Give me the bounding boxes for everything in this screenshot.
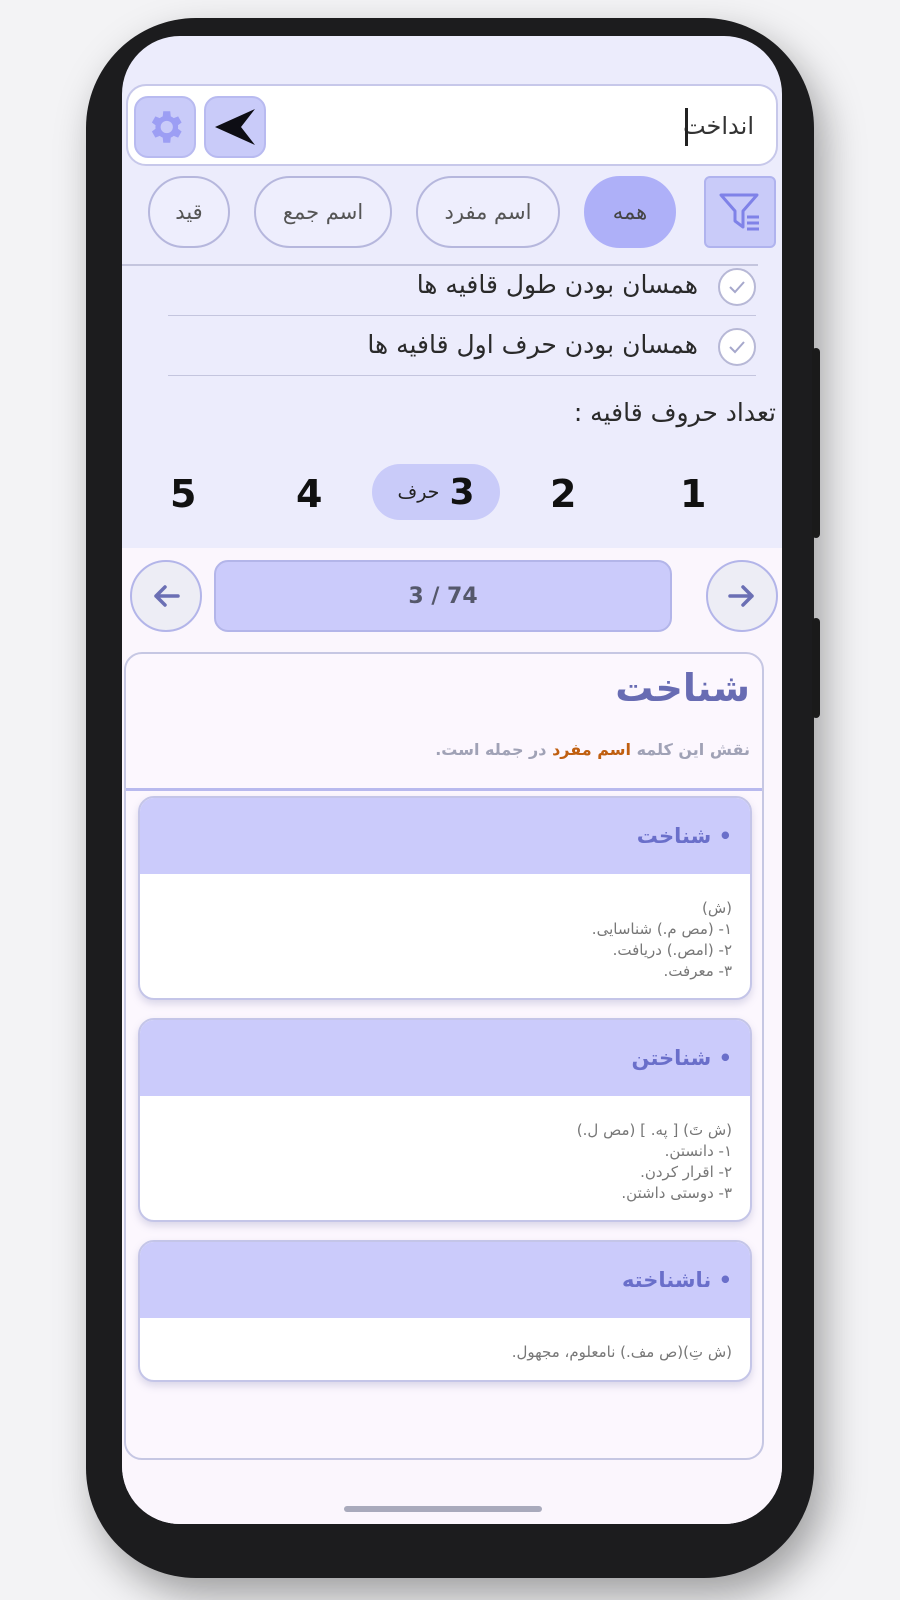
definition-line: (ش تِ)(ص مف.) نامعلوم، مجهول. [511,1343,732,1361]
chip-all[interactable]: همه [584,176,676,248]
role-highlight: اسم مفرد [552,740,631,759]
search-bar [126,84,778,166]
send-arrow-icon [215,109,255,145]
rhyme-count-unit: حرف [397,481,440,503]
settings-button[interactable] [134,96,196,158]
prev-button[interactable] [130,560,202,632]
text-caret [685,108,688,146]
checkbox-checked[interactable] [718,268,756,306]
definition-line: ۳- دوستی داشتن. [621,1184,732,1202]
definition-card[interactable]: • شناخت (ش) ۱- (مص م.) شناسایی. ۲- (امص.… [138,796,752,1000]
rhyme-count-title: تعداد حروف قافیه : [573,398,776,427]
card-body: (ش تِ)(ص مف.) نامعلوم، مجهول. [140,1318,750,1363]
option-label: همسان بودن حرف اول قافیه ها [367,330,698,359]
arrow-right-icon [728,585,754,607]
rhyme-count-5[interactable]: 5 [170,472,196,516]
definition-line: ۱- (مص م.) شناسایی. [591,920,732,938]
arrow-left-icon [154,585,180,607]
filter-bar: همه اسم مفرد اسم جمع قید [122,176,782,250]
definition-line: ۲- اقرار کردن. [640,1163,732,1181]
volume-button [812,348,820,538]
search-input[interactable] [374,104,754,148]
rhyme-count-2[interactable]: 2 [550,472,576,516]
definition-line: (ش) [701,899,732,917]
home-indicator[interactable] [344,1506,542,1512]
definition-line: (ش تَ) [ په. ] (مص ل.) [576,1121,732,1139]
rhyme-count-3-selected[interactable]: 3 حرف [372,464,500,520]
check-icon [729,281,745,294]
rhyme-count-1[interactable]: 1 [680,472,706,516]
gear-icon [151,111,182,143]
chip-singular-noun[interactable]: اسم مفرد [416,176,560,248]
rhyme-count-value: 3 [449,471,475,513]
option-same-length[interactable]: همسان بودن طول قافیه ها [168,260,756,316]
definition-card[interactable]: • ناشناخته (ش تِ)(ص مف.) نامعلوم، مجهول. [138,1240,752,1382]
filter-button[interactable] [704,176,776,248]
rhyme-count-4[interactable]: 4 [296,472,322,516]
divider [126,788,762,791]
result-role: نقش این کلمه اسم مفرد در جمله است. [435,740,750,759]
card-title: • ناشناخته [140,1242,750,1318]
checkbox-checked[interactable] [718,328,756,366]
next-button[interactable] [706,560,778,632]
option-label: همسان بودن طول قافیه ها [416,270,698,299]
option-same-first-letter[interactable]: همسان بودن حرف اول قافیه ها [168,320,756,376]
app-screen: همه اسم مفرد اسم جمع قید همسان بودن طول … [122,36,782,1524]
definition-line: ۲- (امص.) دریافت. [612,941,732,959]
result-panel: شناخت نقش این کلمه اسم مفرد در جمله است.… [124,652,764,1460]
result-word: شناخت [615,666,750,710]
chip-plural-noun[interactable]: اسم جمع [254,176,392,248]
power-button [812,618,820,718]
definition-line: ۱- دانستن. [664,1142,732,1160]
card-body: (ش تَ) [ په. ] (مص ل.) ۱- دانستن. ۲- اقر… [140,1096,750,1204]
role-suffix: در جمله است. [435,740,547,759]
check-icon [729,341,745,354]
page-counter: 3 / 74 [214,560,672,632]
send-button[interactable] [204,96,266,158]
chip-adverb[interactable]: قید [148,176,230,248]
card-body: (ش) ۱- (مص م.) شناسایی. ۲- (امص.) دریافت… [140,874,750,982]
role-prefix: نقش این کلمه [636,740,750,759]
card-title: • شناخت [140,798,750,874]
card-title: • شناختن [140,1020,750,1096]
definition-line: ۳- معرفت. [663,962,732,980]
filter-icon [719,193,759,231]
definition-card[interactable]: • شناختن (ش تَ) [ په. ] (مص ل.) ۱- دانست… [138,1018,752,1222]
